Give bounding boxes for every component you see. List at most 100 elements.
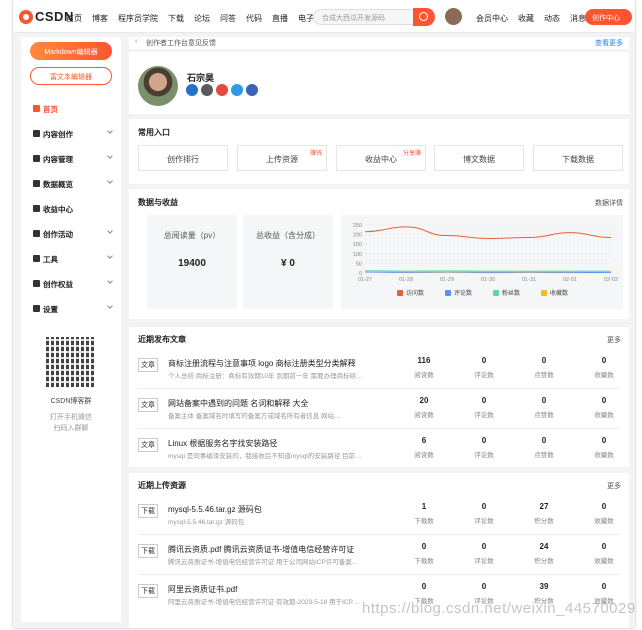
sidebar-item-content-manage[interactable]: 内容管理 xyxy=(21,148,121,173)
stat-label: 点赞数 xyxy=(534,372,554,379)
item-title[interactable]: 阿里云资质证书.pdf xyxy=(168,584,237,595)
item-title[interactable]: 网站备案中遇到的问题 名词和解释 大全 xyxy=(168,398,308,409)
sidebar-item-content-create[interactable]: 内容创作 xyxy=(21,123,121,148)
sidebar-item-label: 数据概览 xyxy=(43,180,73,189)
stat-label: 点赞数 xyxy=(534,452,554,459)
stat-label: 下载数 xyxy=(414,558,434,565)
total-reads-label: 总阅读量（pv） xyxy=(163,231,221,240)
logo-icon xyxy=(19,9,33,24)
sidebar-item-income[interactable]: 收益中心 xyxy=(21,198,121,223)
create-center-button[interactable]: 创作中心 xyxy=(585,9,632,25)
recent-articles-card: 近期发布文章 更多 文章 商标注册流程与注意事项 logo 商标注册类型分类解释个… xyxy=(129,327,629,467)
stats-detail-link[interactable]: 数据详情 xyxy=(595,198,623,208)
stat-value: 20 xyxy=(419,396,429,405)
stat-label: 评论数 xyxy=(474,372,494,379)
markdown-editor-button[interactable]: Markdown编辑器 xyxy=(30,42,112,60)
resources-more-link[interactable]: 更多 xyxy=(607,481,621,491)
stat-value: 0 xyxy=(481,502,487,511)
profile-avatar[interactable] xyxy=(138,66,178,106)
stat-value: 0 xyxy=(601,502,607,511)
stat-value: 0 xyxy=(601,396,607,405)
nav-item[interactable]: 问答 xyxy=(220,13,236,24)
quick-entry-download-data[interactable]: 下载数据 xyxy=(533,145,623,171)
nav-item[interactable]: 下载 xyxy=(168,13,184,24)
nav-item[interactable]: 论坛 xyxy=(194,13,210,24)
nav-activity[interactable]: 动态 xyxy=(544,13,560,24)
section-title: 常用入口 xyxy=(138,128,170,137)
sidebar: Markdown编辑器 富文本编辑器 首页 内容创作 内容管理 数据概览 收益中… xyxy=(21,37,121,622)
sidebar-item-home[interactable]: 首页 xyxy=(21,98,121,123)
settings-icon xyxy=(33,305,40,312)
y-tick-label: 150 xyxy=(353,242,362,248)
folder-icon xyxy=(33,155,40,162)
total-reads-value: 19400 xyxy=(178,258,206,269)
nav-item[interactable]: 程序员学院 xyxy=(118,13,158,24)
feedback-more-link[interactable]: 查看更多 xyxy=(595,38,623,48)
stat-label: 积分数 xyxy=(534,558,554,565)
type-tag: 文章 xyxy=(138,438,158,452)
nav-favorites[interactable]: 收藏 xyxy=(518,13,534,24)
section-title: 近期发布文章 xyxy=(138,335,186,344)
quick-entry-ranking[interactable]: 创作排行 xyxy=(138,145,228,171)
chevron-down-icon xyxy=(107,253,113,259)
stat-value: 0 xyxy=(481,582,487,591)
item-title[interactable]: mysql-5.5.46.tar.gz 源码包 xyxy=(168,504,262,515)
star-badge-icon[interactable] xyxy=(246,84,258,96)
linkedin-badge-icon[interactable] xyxy=(186,84,198,96)
stat-value: 1 xyxy=(421,502,427,511)
quick-entry-label: 博文数据 xyxy=(463,155,495,164)
certified-badge-icon[interactable] xyxy=(231,84,243,96)
stat-value: 0 xyxy=(541,436,547,445)
total-income-label: 总收益（含分成） xyxy=(256,231,320,240)
nav-item[interactable]: 博客 xyxy=(92,13,108,24)
sidebar-item-label: 首页 xyxy=(43,105,58,114)
quick-entry-income[interactable]: 收益中心 分享赚 xyxy=(336,145,426,171)
legend-swatch xyxy=(493,290,499,296)
item-title[interactable]: Linux 根据服务名字找安装路径 xyxy=(168,438,277,449)
nav-item[interactable]: 代码 xyxy=(246,13,262,24)
list-item[interactable]: 文章 网站备案中遇到的问题 名词和解释 大全 备案主体 备案域名时填写的备案方或域名… xyxy=(129,391,629,431)
item-title[interactable]: 商标注册流程与注意事项 logo 商标注册类型分类解释 xyxy=(168,358,356,369)
list-item[interactable]: 下载 mysql-5.5.46.tar.gz 源码包 mysql-5.5.46.ta… xyxy=(129,497,629,537)
nav-item[interactable]: 首页 xyxy=(66,13,82,24)
item-title[interactable]: 腾讯云资质.pdf 腾讯云资质证书-增值电信经营许可证 xyxy=(168,544,354,555)
sidebar-item-rights[interactable]: 创作权益 xyxy=(21,273,121,298)
stat-label: 评论数 xyxy=(474,452,494,459)
sidebar-item-tools[interactable]: 工具 xyxy=(21,248,121,273)
stat-value: 39 xyxy=(539,582,549,591)
chevron-down-icon xyxy=(107,153,113,159)
stat-value: 0 xyxy=(481,396,487,405)
search-button[interactable] xyxy=(413,8,435,26)
list-item[interactable]: 文章 Linux 根据服务名字找安装路径 mysql 是同事编译安装的，我接收后不知… xyxy=(129,431,629,471)
stat-label: 收藏数 xyxy=(594,412,614,419)
articles-more-link[interactable]: 更多 xyxy=(607,335,621,345)
stat-label: 评论数 xyxy=(474,518,494,525)
stat-value: 6 xyxy=(421,436,427,445)
type-tag: 文章 xyxy=(138,398,158,412)
nav-item[interactable]: 直播 xyxy=(272,13,288,24)
sidebar-item-data-overview[interactable]: 数据概览 xyxy=(21,173,121,198)
feedback-text[interactable]: 创作者工作台意见反馈 xyxy=(146,38,216,48)
stat-value: 0 xyxy=(481,356,487,365)
rocket-badge-icon[interactable] xyxy=(216,84,228,96)
nav-messages[interactable]: 消息 xyxy=(570,13,586,24)
type-tag: 下载 xyxy=(138,504,158,518)
list-item[interactable]: 下载 腾讯云资质.pdf 腾讯云资质证书-增值电信经营许可证 腾讯云资质证书-增值电… xyxy=(129,537,629,577)
richtext-editor-button[interactable]: 富文本编辑器 xyxy=(30,67,112,85)
sidebar-item-activities[interactable]: 创作活动 xyxy=(21,223,121,248)
item-desc: 个人总结 商标注册：商标有效期10年 到期前一年 需要办理商标续… xyxy=(168,373,363,380)
stat-value: 0 xyxy=(541,396,547,405)
legend-label: 收藏数 xyxy=(550,289,568,297)
stat-label: 阅读数 xyxy=(414,412,434,419)
user-avatar[interactable] xyxy=(445,8,462,25)
qr-subtitle: 打开手机微信 扫码入群聊 xyxy=(21,412,121,434)
list-item[interactable]: 文章 商标注册流程与注意事项 logo 商标注册类型分类解释 个人总结 商标注册：商… xyxy=(129,351,629,391)
quick-entry-upload[interactable]: 上传资源 赚钱 xyxy=(237,145,327,171)
chevron-down-icon xyxy=(107,178,113,184)
nav-member-center[interactable]: 会员中心 xyxy=(476,13,508,24)
sidebar-item-label: 内容创作 xyxy=(43,130,73,139)
level-badge-icon[interactable] xyxy=(201,84,213,96)
sidebar-item-settings[interactable]: 设置 xyxy=(21,298,121,323)
x-tick-label: 01-28 xyxy=(399,277,413,283)
quick-entry-blog-data[interactable]: 博文数据 xyxy=(434,145,524,171)
